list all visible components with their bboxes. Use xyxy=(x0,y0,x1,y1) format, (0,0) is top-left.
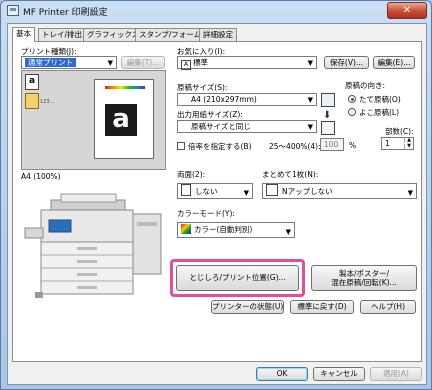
favorites-icon: A xyxy=(181,60,191,70)
output-size-select[interactable]: 原稿サイズと同じ ▼ xyxy=(177,120,317,133)
orientation-landscape-radio[interactable] xyxy=(348,108,356,116)
chevron-down-icon: ▼ xyxy=(243,189,249,197)
dialog-client: 基本 トレイ/排出 グラフィックス スタンプ/フォーム 詳細設定 プリント種類(… xyxy=(7,23,427,385)
chevron-down-icon: ▼ xyxy=(407,189,413,197)
zoom-value: 100 xyxy=(324,140,339,149)
chevron-down-icon: ▼ xyxy=(307,96,313,104)
favorites-save-button[interactable]: 保存(V)... xyxy=(324,56,369,69)
output-printer-icon xyxy=(321,121,335,135)
close-button[interactable]: ✕ xyxy=(387,2,427,19)
copies-value: 1 xyxy=(385,139,390,148)
duplex-icon xyxy=(181,184,191,196)
booklet-poster-button[interactable]: 製本/ポスター/ 混在原稿/回転(K)... xyxy=(311,265,417,291)
window-title: MF Printer 印刷設定 xyxy=(23,8,108,18)
duplex-value: しない xyxy=(195,187,218,196)
layout-preview: a 123... a xyxy=(21,70,166,170)
nup-select[interactable]: Nアップしない ▼ xyxy=(262,183,417,199)
color-bar xyxy=(105,86,145,89)
favorites-edit-button[interactable]: 編集(E)... xyxy=(373,56,415,69)
output-size-value: 原稿サイズと同じ xyxy=(191,122,251,131)
booklet-line2: 混在原稿/回転(K)... xyxy=(331,278,397,287)
zoom-checkbox[interactable] xyxy=(177,142,185,150)
orientation-landscape-label: よこ原稿(L) xyxy=(359,108,400,117)
printer-settings-window: MF Printer 印刷設定 ✕ 基本 トレイ/排出 グラフィックス スタンプ… xyxy=(0,0,432,390)
collate-stack-numbers: 123... xyxy=(40,99,55,105)
job-type-edit-button[interactable]: 編集(T)... xyxy=(121,56,165,69)
paper-size-select[interactable]: A4 (210x297mm) ▼ xyxy=(177,93,317,106)
color-mode-select[interactable]: カラー(自動判別) ▼ xyxy=(177,222,295,238)
preview-caption: A4 (100%) xyxy=(21,172,61,181)
single-page-icon: a xyxy=(25,74,39,90)
favorites-select[interactable]: A 標準 ▼ xyxy=(177,56,317,70)
paper-letter-mark: a xyxy=(105,104,137,136)
paper-size-value: A4 (210x297mm) xyxy=(191,95,257,104)
favorites-value: 標準 xyxy=(193,58,208,67)
help-button[interactable]: ヘルプ(H) xyxy=(360,300,416,314)
paper-size-icon xyxy=(321,93,335,107)
printer-status-button[interactable]: プリンターの状態(U) xyxy=(211,300,284,314)
apply-button[interactable]: 適用(A) xyxy=(370,367,422,381)
cancel-button[interactable]: キャンセル xyxy=(313,367,365,381)
stepper-down-icon[interactable]: ▼ xyxy=(404,144,413,149)
orientation-label: 原稿の向き: xyxy=(345,81,386,90)
ok-button[interactable]: OK xyxy=(256,367,308,381)
duplex-select[interactable]: しない ▼ xyxy=(177,183,253,199)
collate-stack-icon xyxy=(25,93,39,109)
chevron-down-icon: ▼ xyxy=(307,59,313,67)
output-size-label: 出力用紙サイズ(Z): xyxy=(177,110,243,119)
zoom-input[interactable]: 100 xyxy=(320,138,344,151)
color-mode-label: カラーモード(Y): xyxy=(177,209,235,218)
nup-label: まとめて1枚(N): xyxy=(262,170,319,179)
paper-outline: a xyxy=(94,79,154,159)
job-type-value: 通常プリント xyxy=(25,58,76,67)
printer-illustration xyxy=(24,193,162,298)
zoom-range-label: 25〜400%(4): xyxy=(269,142,321,151)
printer-app-icon xyxy=(7,5,19,16)
zoom-checkbox-label: 倍率を指定する(B) xyxy=(188,142,252,151)
orientation-portrait-label: たて原稿(O) xyxy=(359,95,401,104)
zoom-unit: % xyxy=(349,141,357,150)
color-mode-icon xyxy=(181,224,191,234)
booklet-line1: 製本/ポスター/ xyxy=(338,269,390,278)
tab-basic[interactable]: 基本 xyxy=(12,27,35,42)
binding-button-highlight xyxy=(170,259,305,297)
basic-tab-panel: プリント種類(J): 通常プリント ▼ 編集(T)... お気に入り(I): A… xyxy=(12,41,422,362)
orientation-portrait-radio[interactable] xyxy=(348,95,356,103)
job-type-select[interactable]: 通常プリント ▼ xyxy=(21,56,117,69)
restore-default-button[interactable]: 標準に戻す(D) xyxy=(290,300,354,314)
duplex-label: 両面(2): xyxy=(177,170,206,179)
arrow-down-icon: ⬇ xyxy=(323,110,332,121)
tab-stamp-form[interactable]: スタンプ/フォーム xyxy=(135,28,206,41)
tab-tray-output[interactable]: トレイ/排出 xyxy=(38,28,87,41)
chevron-down-icon: ▼ xyxy=(107,59,113,67)
copies-stepper[interactable]: 1 ▲ ▼ xyxy=(381,137,414,150)
chevron-down-icon: ▼ xyxy=(285,228,291,236)
copies-label: 部数(C): xyxy=(385,127,414,136)
nup-icon xyxy=(266,184,278,196)
title-bar: MF Printer 印刷設定 ✕ xyxy=(1,1,431,21)
color-mode-value: カラー(自動判別) xyxy=(194,225,253,234)
tab-advanced[interactable]: 詳細設定 xyxy=(199,28,237,41)
chevron-down-icon: ▼ xyxy=(307,123,313,131)
paper-size-label: 原稿サイズ(S): xyxy=(177,83,228,92)
nup-value: Nアップしない xyxy=(282,187,333,196)
